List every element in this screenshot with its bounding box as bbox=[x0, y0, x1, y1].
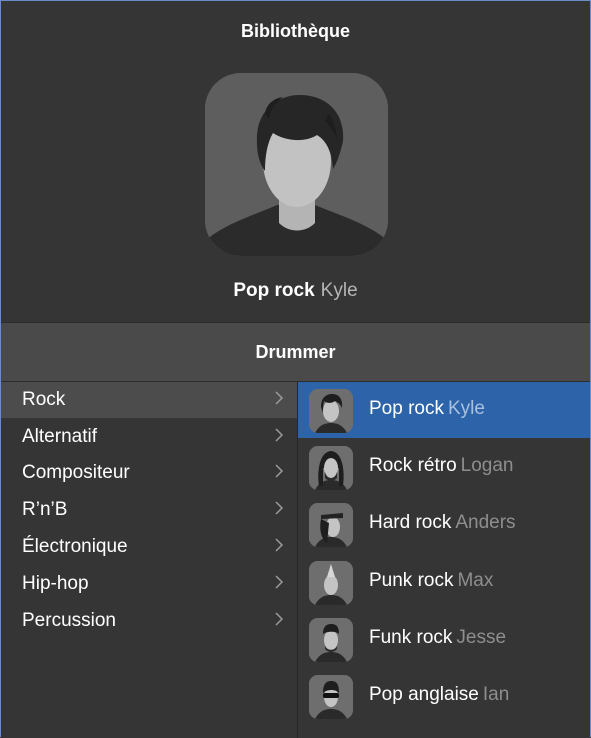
drummer-name: Jesse bbox=[456, 627, 507, 648]
category-item-electronique[interactable]: Électronique bbox=[1, 529, 297, 565]
drummer-section-header: Drummer bbox=[1, 322, 590, 382]
category-label: Électronique bbox=[22, 536, 128, 557]
category-label: Compositeur bbox=[22, 462, 130, 483]
drummer-name: Ian bbox=[482, 684, 510, 705]
drummer-genre: Hard rock bbox=[369, 512, 452, 533]
drummer-portrait-icon bbox=[205, 73, 388, 256]
chevron-right-icon bbox=[275, 575, 284, 589]
drummer-jesse-avatar-icon bbox=[309, 618, 353, 662]
category-list: Rock Alternatif Compositeur R’n’B Électr… bbox=[1, 382, 298, 738]
drummer-item-max[interactable]: Punk rock Max bbox=[298, 554, 590, 610]
category-label: Alternatif bbox=[22, 426, 97, 447]
drummer-name: Max bbox=[457, 570, 494, 591]
category-item-rnb[interactable]: R’n’B bbox=[1, 492, 297, 528]
drummer-genre: Rock rétro bbox=[369, 455, 457, 476]
drummer-label: Pop rock Kyle bbox=[369, 398, 485, 420]
drummer-label: Hard rock Anders bbox=[369, 512, 516, 534]
category-item-compositeur[interactable]: Compositeur bbox=[1, 455, 297, 491]
chevron-right-icon bbox=[275, 464, 284, 478]
drummer-item-kyle[interactable]: Pop rock Kyle bbox=[298, 382, 590, 438]
current-drummer-name: Kyle bbox=[320, 280, 358, 301]
category-label: Hip-hop bbox=[22, 573, 89, 594]
chevron-right-icon bbox=[275, 501, 284, 515]
drummer-name: Logan bbox=[460, 455, 514, 476]
selected-drummer-avatar bbox=[205, 73, 388, 256]
drummer-item-jesse[interactable]: Funk rock Jesse bbox=[298, 611, 590, 667]
drummer-name: Anders bbox=[455, 512, 516, 533]
drummer-genre: Punk rock bbox=[369, 570, 454, 591]
drummer-ian-avatar-icon bbox=[309, 675, 353, 719]
drummer-max-avatar-icon bbox=[309, 561, 353, 605]
chevron-right-icon bbox=[275, 538, 284, 552]
library-panel: Bibliothèque Pop rock Kyle Drummer Rock A… bbox=[0, 0, 591, 738]
drummer-label: Rock rétro Logan bbox=[369, 455, 513, 477]
drummer-item-ian[interactable]: Pop anglaise Ian bbox=[298, 668, 590, 724]
library-title: Bibliothèque bbox=[241, 21, 350, 41]
category-item-rock[interactable]: Rock bbox=[1, 382, 297, 418]
drummer-item-logan[interactable]: Rock rétro Logan bbox=[298, 439, 590, 495]
drummer-genre: Funk rock bbox=[369, 627, 453, 648]
chevron-right-icon bbox=[275, 428, 284, 442]
drummer-logan-avatar-icon bbox=[309, 446, 353, 490]
drummer-label: Punk rock Max bbox=[369, 570, 493, 592]
drummer-item-anders[interactable]: Hard rock Anders bbox=[298, 496, 590, 552]
drummer-label: Funk rock Jesse bbox=[369, 627, 506, 649]
category-label: Percussion bbox=[22, 610, 116, 631]
chevron-right-icon bbox=[275, 612, 284, 626]
current-genre: Pop rock bbox=[233, 280, 315, 301]
category-item-percussion[interactable]: Percussion bbox=[1, 603, 297, 639]
category-label: R’n’B bbox=[22, 499, 68, 520]
drummer-name: Kyle bbox=[447, 398, 485, 419]
category-item-hip-hop[interactable]: Hip-hop bbox=[1, 566, 297, 602]
library-header: Bibliothèque Pop rock Kyle bbox=[1, 1, 590, 322]
drummer-list: Pop rock Kyle Rock rétro Logan Hard rock An… bbox=[298, 382, 590, 738]
current-drummer-caption: Pop rock Kyle bbox=[1, 280, 590, 302]
section-title: Drummer bbox=[255, 342, 336, 362]
chevron-right-icon bbox=[275, 391, 284, 405]
drummer-kyle-avatar-icon bbox=[309, 389, 353, 433]
drummer-label: Pop anglaise Ian bbox=[369, 684, 509, 706]
category-label: Rock bbox=[22, 389, 66, 410]
drummer-genre: Pop anglaise bbox=[369, 684, 479, 705]
drummer-anders-avatar-icon bbox=[309, 503, 353, 547]
category-item-alternatif[interactable]: Alternatif bbox=[1, 419, 297, 455]
drummer-genre: Pop rock bbox=[369, 398, 444, 419]
